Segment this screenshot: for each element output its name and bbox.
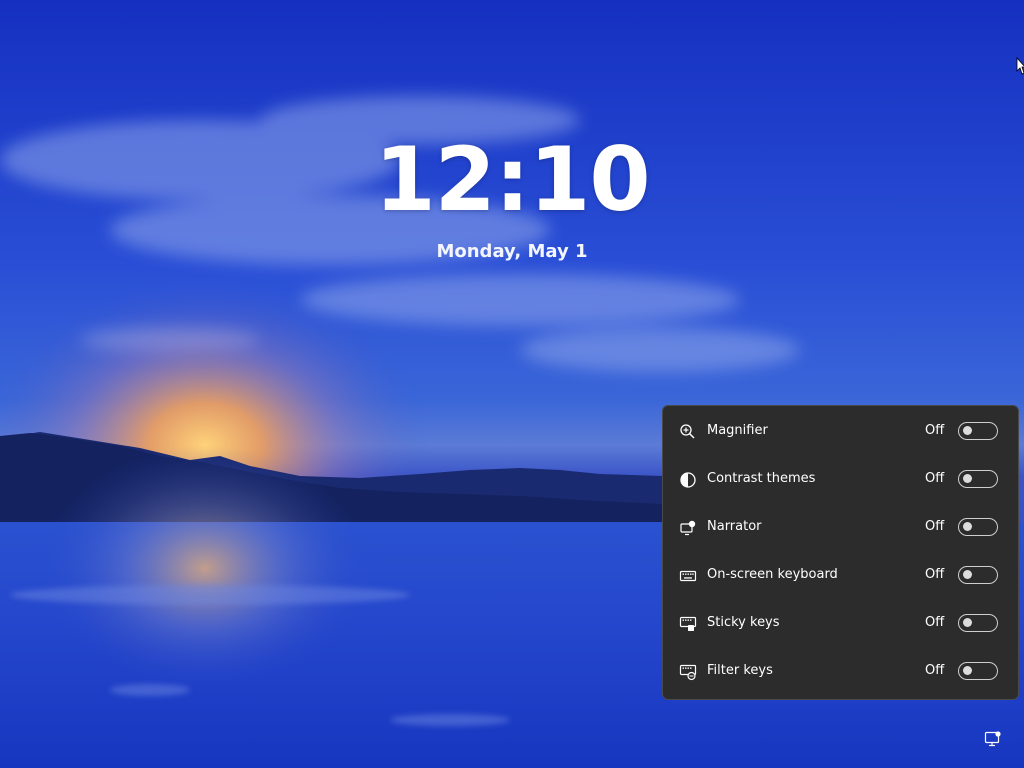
filter-keys-row[interactable]: Filter keys Off <box>663 652 1018 692</box>
on-screen-keyboard-state: Off <box>925 567 945 582</box>
on-screen-keyboard-label: On-screen keyboard <box>707 567 838 582</box>
accessibility-flyout: Magnifier Off Contrast themes Off Narrat… <box>662 405 1019 700</box>
toggle-knob <box>963 522 972 531</box>
narrator-icon <box>680 520 696 536</box>
filter-keys-toggle[interactable] <box>958 662 998 680</box>
filter-keys-icon <box>679 664 697 681</box>
sticky-keys-toggle[interactable] <box>958 614 998 632</box>
magnifier-label: Magnifier <box>707 423 768 438</box>
magnifier-state: Off <box>925 423 945 438</box>
toggle-knob <box>963 570 972 579</box>
narrator-label: Narrator <box>707 519 762 534</box>
magnifier-icon <box>680 424 695 439</box>
filter-keys-label: Filter keys <box>707 663 773 678</box>
accessibility-icon[interactable] <box>984 730 1002 748</box>
contrast-icon <box>680 472 696 488</box>
toggle-knob <box>963 426 972 435</box>
narrator-state: Off <box>925 519 945 534</box>
contrast-themes-row[interactable]: Contrast themes Off <box>663 460 1018 500</box>
contrast-themes-toggle[interactable] <box>958 470 998 488</box>
contrast-themes-label: Contrast themes <box>707 471 816 486</box>
magnifier-toggle[interactable] <box>958 422 998 440</box>
on-screen-keyboard-row[interactable]: On-screen keyboard Off <box>663 556 1018 596</box>
toggle-knob <box>963 618 972 627</box>
toggle-knob <box>963 474 972 483</box>
toggle-knob <box>963 666 972 675</box>
filter-keys-state: Off <box>925 663 945 678</box>
sticky-keys-row[interactable]: Sticky keys Off <box>663 604 1018 644</box>
lock-screen-time: 12:10 <box>374 128 650 231</box>
narrator-toggle[interactable] <box>958 518 998 536</box>
on-screen-keyboard-toggle[interactable] <box>958 566 998 584</box>
keyboard-icon <box>679 570 697 582</box>
sticky-keys-icon <box>679 616 697 631</box>
contrast-themes-state: Off <box>925 471 945 486</box>
magnifier-row[interactable]: Magnifier Off <box>663 412 1018 452</box>
mouse-cursor-icon <box>1016 57 1024 75</box>
sticky-keys-state: Off <box>925 615 945 630</box>
sticky-keys-label: Sticky keys <box>707 615 780 630</box>
lock-screen-date: Monday, May 1 <box>436 241 588 262</box>
narrator-row[interactable]: Narrator Off <box>663 508 1018 548</box>
